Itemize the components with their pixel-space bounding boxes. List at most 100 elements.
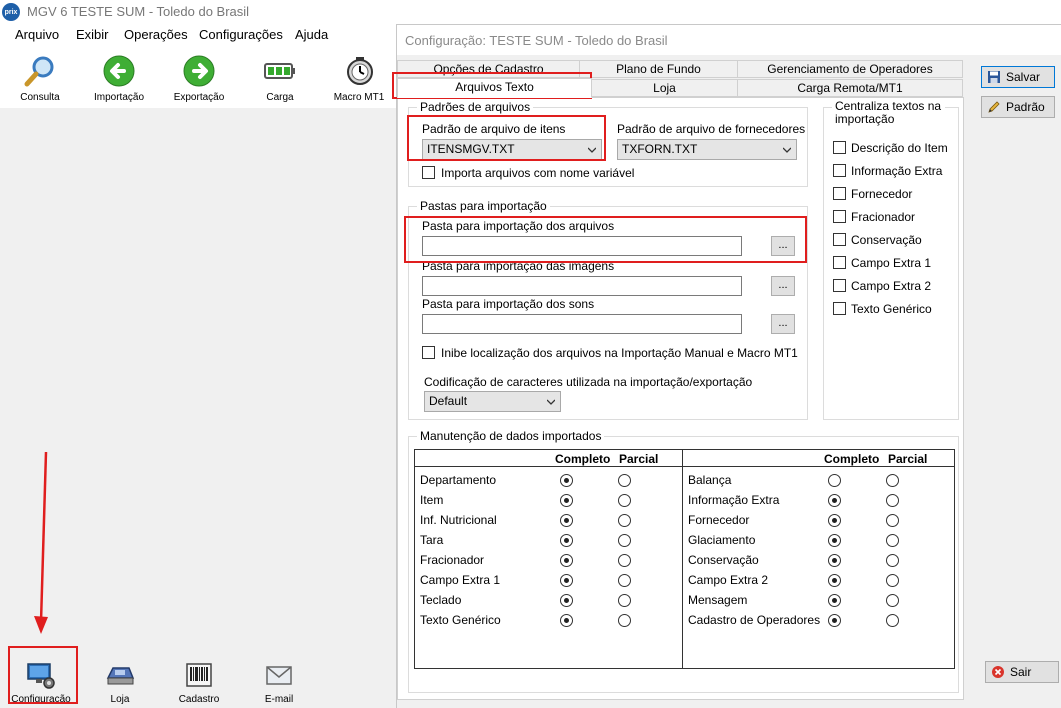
completo-radio[interactable] bbox=[560, 494, 573, 507]
folder-images-input[interactable] bbox=[422, 276, 742, 296]
arrow-right-icon bbox=[182, 54, 216, 88]
left-parcial-header: Parcial bbox=[619, 452, 659, 466]
completo-radio[interactable] bbox=[828, 474, 841, 487]
parcial-radio[interactable] bbox=[618, 534, 631, 547]
center-checkbox[interactable] bbox=[833, 164, 846, 177]
menu-exibir[interactable]: Exibir bbox=[76, 27, 109, 42]
default-button[interactable]: Padrão bbox=[981, 96, 1055, 118]
completo-radio[interactable] bbox=[828, 574, 841, 587]
center-checkbox[interactable] bbox=[833, 256, 846, 269]
parcial-radio[interactable] bbox=[618, 494, 631, 507]
right-completo-header: Completo bbox=[824, 452, 880, 466]
parcial-radio[interactable] bbox=[886, 574, 899, 587]
tab-loja[interactable]: Loja bbox=[591, 79, 738, 97]
parcial-radio[interactable] bbox=[886, 534, 899, 547]
floppy-disk-icon bbox=[988, 71, 1000, 83]
exit-button[interactable]: Sair bbox=[985, 661, 1059, 683]
itens-pattern-select[interactable]: ITENSMGV.TXT bbox=[422, 139, 602, 160]
menu-bar: Arquivo Exibir Operações Configurações A… bbox=[0, 24, 400, 46]
consulta-label: Consulta bbox=[20, 92, 60, 103]
parcial-radio[interactable] bbox=[618, 594, 631, 607]
center-checkbox[interactable] bbox=[833, 233, 846, 246]
center-checkbox[interactable] bbox=[833, 141, 846, 154]
inhibit-location-checkbox[interactable] bbox=[422, 346, 435, 359]
menu-operacoes[interactable]: Operações bbox=[124, 27, 188, 42]
importacao-button[interactable]: Importação bbox=[84, 48, 154, 104]
group-pastas-importacao: Pastas para importação Pasta para import… bbox=[408, 199, 808, 420]
tab-gerenciamento-operadores[interactable]: Gerenciamento de Operadores bbox=[737, 60, 963, 78]
completo-radio[interactable] bbox=[560, 554, 573, 567]
completo-radio[interactable] bbox=[828, 594, 841, 607]
exportacao-label: Exportação bbox=[173, 92, 225, 103]
completo-radio[interactable] bbox=[828, 494, 841, 507]
variable-name-checkbox[interactable] bbox=[422, 166, 435, 179]
maintenance-row-label: Mensagem bbox=[688, 593, 748, 607]
completo-radio[interactable] bbox=[560, 574, 573, 587]
battery-icon bbox=[263, 54, 297, 88]
tab-arquivos-texto[interactable]: Arquivos Texto bbox=[397, 78, 592, 98]
parcial-radio[interactable] bbox=[886, 614, 899, 627]
maintenance-row-label: Conservação bbox=[688, 553, 759, 567]
completo-radio[interactable] bbox=[828, 514, 841, 527]
encoding-select[interactable]: Default bbox=[424, 391, 561, 412]
fornecedores-pattern-select[interactable]: TXFORN.TXT bbox=[617, 139, 797, 160]
carga-label: Carga bbox=[266, 92, 294, 103]
parcial-radio[interactable] bbox=[886, 594, 899, 607]
completo-radio[interactable] bbox=[560, 474, 573, 487]
macro-mt1-button[interactable]: Macro MT1 bbox=[324, 48, 394, 104]
tab-opcoes-cadastro[interactable]: Opções de Cadastro bbox=[397, 60, 580, 78]
parcial-radio[interactable] bbox=[886, 474, 899, 487]
parcial-radio[interactable] bbox=[618, 574, 631, 587]
center-checkbox[interactable] bbox=[833, 279, 846, 292]
parcial-radio[interactable] bbox=[618, 614, 631, 627]
menu-configuracoes[interactable]: Configurações bbox=[199, 27, 283, 42]
email-button[interactable]: E-mail bbox=[244, 654, 314, 706]
carga-button[interactable]: Carga bbox=[245, 48, 315, 104]
completo-radio[interactable] bbox=[828, 554, 841, 567]
completo-radio[interactable] bbox=[828, 534, 841, 547]
folder-sounds-browse-button[interactable]: ... bbox=[771, 314, 795, 334]
completo-radio[interactable] bbox=[560, 514, 573, 527]
parcial-radio[interactable] bbox=[886, 494, 899, 507]
cadastro-button[interactable]: Cadastro bbox=[164, 654, 234, 706]
center-label: Informação Extra bbox=[851, 164, 943, 178]
center-label: Fracionador bbox=[851, 210, 916, 224]
bottom-bar: Configuração Loja Cadastro E-mail bbox=[0, 648, 396, 708]
tab-plano-fundo[interactable]: Plano de Fundo bbox=[579, 60, 738, 78]
magnifier-icon bbox=[23, 54, 57, 88]
configuracao-button[interactable]: Configuração bbox=[6, 654, 76, 706]
save-button[interactable]: Salvar bbox=[981, 66, 1055, 88]
folder-files-input[interactable] bbox=[422, 236, 742, 256]
maintenance-row-label: Texto Genérico bbox=[420, 613, 501, 627]
loja-button[interactable]: Loja bbox=[85, 654, 155, 706]
save-label: Salvar bbox=[1006, 70, 1041, 84]
scale-icon bbox=[105, 660, 135, 690]
center-checkbox[interactable] bbox=[833, 187, 846, 200]
completo-radio[interactable] bbox=[560, 614, 573, 627]
menu-ajuda[interactable]: Ajuda bbox=[295, 27, 328, 42]
center-checkbox[interactable] bbox=[833, 302, 846, 315]
parcial-radio[interactable] bbox=[618, 554, 631, 567]
folder-files-label: Pasta para importação dos arquivos bbox=[422, 219, 615, 233]
encoding-label: Codificação de caracteres utilizada na i… bbox=[424, 375, 753, 389]
itens-pattern-label: Padrão de arquivo de itens bbox=[422, 122, 566, 136]
maintenance-row-label: Teclado bbox=[420, 593, 462, 607]
parcial-radio[interactable] bbox=[886, 554, 899, 567]
folder-images-browse-button[interactable]: ... bbox=[771, 276, 795, 296]
parcial-radio[interactable] bbox=[886, 514, 899, 527]
fornecedores-pattern-value: TXFORN.TXT bbox=[622, 142, 698, 156]
exportacao-button[interactable]: Exportação bbox=[164, 48, 234, 104]
folder-files-browse-button[interactable]: ... bbox=[771, 236, 795, 256]
tab-carga-remota[interactable]: Carga Remota/MT1 bbox=[737, 79, 963, 97]
completo-radio[interactable] bbox=[560, 534, 573, 547]
pencil-icon bbox=[988, 101, 1000, 113]
parcial-radio[interactable] bbox=[618, 514, 631, 527]
consulta-button[interactable]: Consulta bbox=[5, 48, 75, 104]
completo-radio[interactable] bbox=[560, 594, 573, 607]
center-checkbox[interactable] bbox=[833, 210, 846, 223]
parcial-radio[interactable] bbox=[618, 474, 631, 487]
menu-arquivo[interactable]: Arquivo bbox=[15, 27, 59, 42]
folder-sounds-input[interactable] bbox=[422, 314, 742, 334]
completo-radio[interactable] bbox=[828, 614, 841, 627]
dialog-titlebar: Configuração: TESTE SUM - Toledo do Bras… bbox=[397, 25, 1061, 55]
